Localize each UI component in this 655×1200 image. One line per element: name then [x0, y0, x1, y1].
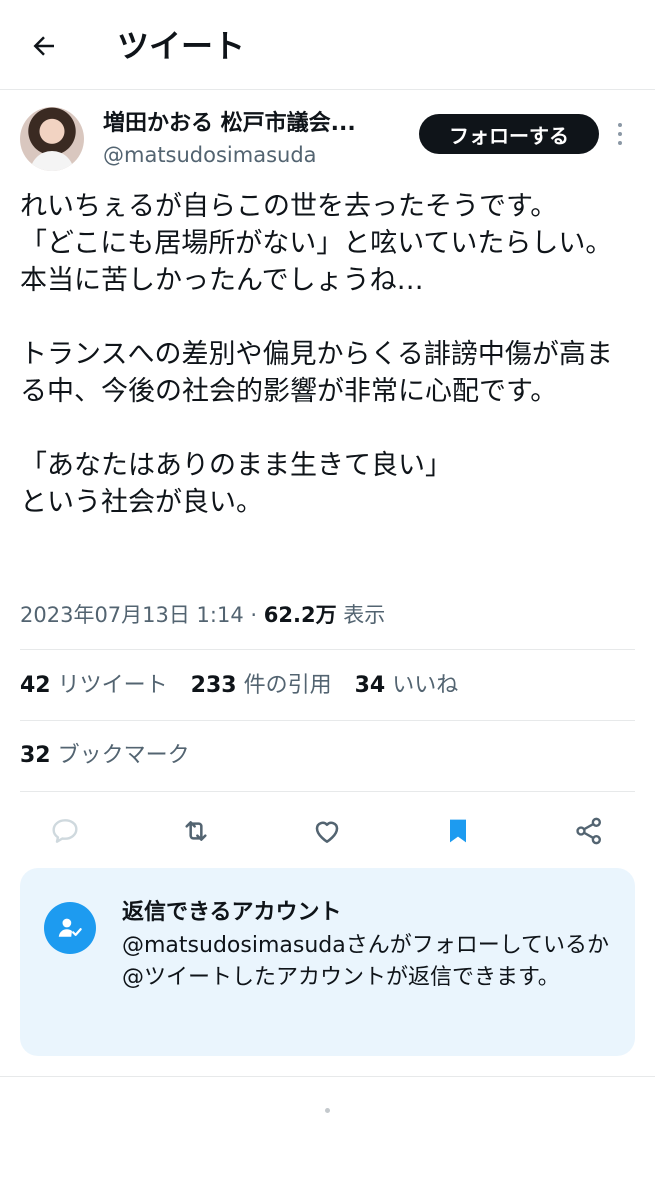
reply-restriction-notice: 返信できるアカウント @matsudosimasudaさんがフォローしているか@… — [20, 868, 635, 1056]
bookmarks-stat[interactable]: 32 ブックマーク — [20, 740, 190, 772]
share-button[interactable] — [566, 808, 612, 854]
divider — [20, 649, 635, 650]
more-options-icon[interactable] — [610, 119, 630, 149]
likes-stat[interactable]: 34 いいね — [355, 673, 459, 698]
bookmark-icon — [450, 819, 466, 843]
arrow-left-icon — [33, 36, 54, 56]
follow-button[interactable]: フォローする — [419, 114, 599, 154]
like-button[interactable] — [304, 808, 350, 854]
tweet-author: 増田かおる 松戸市議会... @matsudosimasuda フォローする — [20, 105, 635, 175]
page-title: ツイート — [117, 27, 246, 65]
quotes-count: 233 — [190, 673, 237, 698]
quotes-stat[interactable]: 233 件の引用 — [191, 673, 332, 698]
tweet-timestamp[interactable]: 2023年07月13日 1:14 — [20, 603, 244, 627]
divider — [20, 720, 635, 721]
reply-restriction-icon — [44, 902, 96, 954]
author-handle[interactable]: @matsudosimasuda — [103, 141, 317, 169]
views-label: 表示 — [336, 603, 386, 627]
likes-count: 34 — [354, 673, 386, 698]
reply-button[interactable] — [42, 808, 88, 854]
likes-label: いいね — [392, 673, 459, 698]
engagement-stats: 42 リツイート 233 件の引用 34 いいね — [20, 670, 474, 702]
retweet-icon — [185, 821, 207, 841]
tweet-meta: 2023年07月13日 1:14 · 62.2万 表示 — [20, 599, 385, 631]
share-icon — [576, 817, 601, 845]
tweet-text: れいちぇるが自らこの世を去ったそうです。 「どこにも居場所がない」と呟いていたら… — [20, 191, 613, 518]
action-bar — [20, 808, 635, 854]
bookmarks-count: 32 — [20, 743, 51, 768]
retweets-count: 42 — [20, 673, 51, 698]
top-bar: ツイート — [0, 0, 655, 90]
retweets-stat[interactable]: 42 リツイート — [20, 673, 168, 698]
bookmarks-label: ブックマーク — [57, 743, 190, 768]
meta-separator: · — [243, 603, 264, 627]
reply-restriction-description: @matsudosimasudaさんがフォローしているか@ツイートしたアカウント… — [122, 933, 610, 990]
retweet-button[interactable] — [173, 808, 219, 854]
divider — [20, 791, 635, 792]
quotes-label: 件の引用 — [243, 673, 332, 698]
author-display-name[interactable]: 増田かおる 松戸市議会... — [103, 109, 356, 139]
avatar[interactable] — [20, 107, 84, 171]
view-count: 62.2万 — [263, 603, 337, 627]
back-button[interactable] — [22, 24, 66, 68]
reply-icon — [52, 819, 78, 843]
bookmark-button[interactable] — [435, 808, 481, 854]
retweets-label: リツイート — [57, 673, 168, 698]
user-check-icon — [58, 918, 82, 937]
reply-restriction-title: 返信できるアカウント — [122, 900, 342, 925]
divider — [0, 1076, 655, 1077]
loading-indicator — [325, 1108, 330, 1113]
like-icon — [315, 821, 339, 843]
